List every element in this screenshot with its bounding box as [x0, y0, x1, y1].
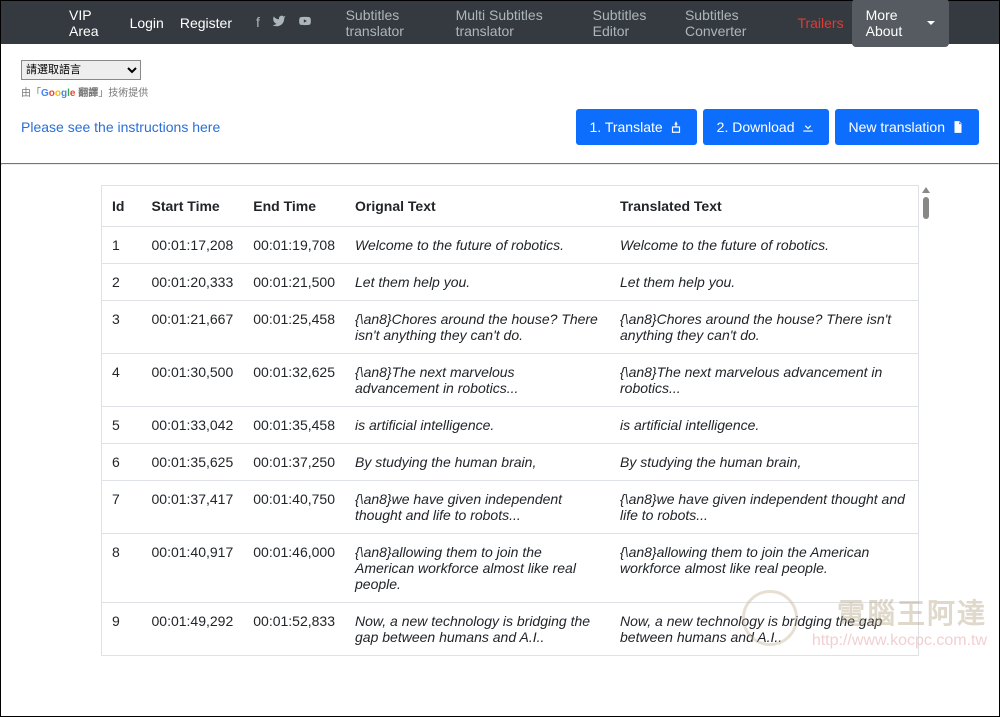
scroll-up-icon [922, 187, 930, 193]
top-navbar: VIP Area Login Register f Subtitles tran… [1, 1, 999, 44]
action-buttons: 1. Translate 2. Download New translation [576, 109, 979, 145]
subtitles-table: Id Start Time End Time Orignal Text Tran… [101, 185, 919, 656]
table-row[interactable]: 800:01:40,91700:01:46,000{\an8}allowing … [102, 534, 919, 603]
cell-end: 00:01:40,750 [243, 481, 345, 534]
scrollbar[interactable] [921, 187, 931, 219]
new-translation-button-label: New translation [849, 119, 946, 135]
cell-original: Let them help you. [345, 264, 610, 301]
cell-translated: Let them help you. [610, 264, 919, 301]
cell-original: {\an8}The next marvelous advancement in … [345, 354, 610, 407]
table-row[interactable]: 100:01:17,20800:01:19,708Welcome to the … [102, 227, 919, 264]
subtitles-table-wrap: Id Start Time End Time Orignal Text Tran… [1, 165, 999, 656]
cell-translated: Now, a new technology is bridging the ga… [610, 603, 919, 656]
file-icon [951, 120, 965, 134]
col-original-header: Orignal Text [345, 186, 610, 227]
cell-id: 7 [102, 481, 142, 534]
cell-start: 00:01:33,042 [142, 407, 244, 444]
download-button[interactable]: 2. Download [703, 109, 829, 145]
cell-id: 6 [102, 444, 142, 481]
cell-id: 9 [102, 603, 142, 656]
translate-icon [669, 120, 683, 134]
youtube-icon[interactable] [298, 14, 312, 31]
cell-original: is artificial intelligence. [345, 407, 610, 444]
action-row: Please see the instructions here 1. Tran… [1, 105, 999, 163]
cell-id: 3 [102, 301, 142, 354]
table-row[interactable]: 600:01:35,62500:01:37,250By studying the… [102, 444, 919, 481]
table-row[interactable]: 700:01:37,41700:01:40,750{\an8}we have g… [102, 481, 919, 534]
cell-original: Welcome to the future of robotics. [345, 227, 610, 264]
cell-start: 00:01:49,292 [142, 603, 244, 656]
cell-translated: {\an8}Chores around the house? There isn… [610, 301, 919, 354]
translate-button[interactable]: 1. Translate [576, 109, 697, 145]
cell-end: 00:01:21,500 [243, 264, 345, 301]
nav-vip-area[interactable]: VIP Area [61, 7, 122, 39]
cell-translated: {\an8}we have given independent thought … [610, 481, 919, 534]
nav-login[interactable]: Login [122, 15, 172, 31]
cell-original: Now, a new technology is bridging the ga… [345, 603, 610, 656]
cell-end: 00:01:52,833 [243, 603, 345, 656]
language-select[interactable]: 請選取語言 [21, 60, 141, 80]
cell-translated: {\an8}The next marvelous advancement in … [610, 354, 919, 407]
nav-subtitles-converter[interactable]: Subtitles Converter [677, 7, 789, 39]
table-row[interactable]: 500:01:33,04200:01:35,458is artificial i… [102, 407, 919, 444]
cell-translated: By studying the human brain, [610, 444, 919, 481]
col-id-header: Id [102, 186, 142, 227]
cell-end: 00:01:25,458 [243, 301, 345, 354]
cell-start: 00:01:21,667 [142, 301, 244, 354]
cell-translated: is artificial intelligence. [610, 407, 919, 444]
col-start-header: Start Time [142, 186, 244, 227]
cell-original: {\an8}Chores around the house? There isn… [345, 301, 610, 354]
table-header-row: Id Start Time End Time Orignal Text Tran… [102, 186, 919, 227]
cell-id: 1 [102, 227, 142, 264]
cell-end: 00:01:19,708 [243, 227, 345, 264]
new-translation-button[interactable]: New translation [835, 109, 980, 145]
cell-start: 00:01:17,208 [142, 227, 244, 264]
facebook-icon[interactable]: f [256, 14, 260, 31]
nav-multi-subtitles-translator[interactable]: Multi Subtitles translator [448, 7, 585, 39]
instructions-link[interactable]: Please see the instructions here [21, 119, 220, 135]
social-icons: f [240, 14, 328, 31]
cell-original: {\an8}we have given independent thought … [345, 481, 610, 534]
cell-end: 00:01:46,000 [243, 534, 345, 603]
nav-subtitles-editor[interactable]: Subtitles Editor [585, 7, 677, 39]
cell-start: 00:01:30,500 [142, 354, 244, 407]
table-row[interactable]: 300:01:21,66700:01:25,458{\an8}Chores ar… [102, 301, 919, 354]
nav-register[interactable]: Register [172, 15, 240, 31]
cell-end: 00:01:37,250 [243, 444, 345, 481]
cell-start: 00:01:40,917 [142, 534, 244, 603]
table-row[interactable]: 400:01:30,50000:01:32,625{\an8}The next … [102, 354, 919, 407]
download-button-label: 2. Download [717, 119, 795, 135]
cell-original: {\an8}allowing them to join the American… [345, 534, 610, 603]
scroll-thumb[interactable] [923, 197, 929, 219]
table-row[interactable]: 200:01:20,33300:01:21,500Let them help y… [102, 264, 919, 301]
twitter-icon[interactable] [272, 14, 286, 31]
table-row[interactable]: 900:01:49,29200:01:52,833Now, a new tech… [102, 603, 919, 656]
cell-translated: {\an8}allowing them to join the American… [610, 534, 919, 603]
cell-id: 8 [102, 534, 142, 603]
cell-translated: Welcome to the future of robotics. [610, 227, 919, 264]
cell-start: 00:01:35,625 [142, 444, 244, 481]
nav-trailers[interactable]: Trailers [789, 15, 851, 31]
google-translate-attribution: 由「Google 翻譯」技術提供 [21, 84, 979, 99]
translate-button-label: 1. Translate [590, 119, 663, 135]
cell-original: By studying the human brain, [345, 444, 610, 481]
cell-id: 5 [102, 407, 142, 444]
cell-start: 00:01:37,417 [142, 481, 244, 534]
col-end-header: End Time [243, 186, 345, 227]
cell-end: 00:01:35,458 [243, 407, 345, 444]
caret-down-icon [927, 21, 935, 25]
download-icon [801, 120, 815, 134]
cell-start: 00:01:20,333 [142, 264, 244, 301]
nav-more-about-dropdown[interactable]: More About [852, 0, 949, 47]
cell-id: 4 [102, 354, 142, 407]
nav-more-about-label: More About [866, 7, 921, 39]
cell-id: 2 [102, 264, 142, 301]
col-translated-header: Translated Text [610, 186, 919, 227]
cell-end: 00:01:32,625 [243, 354, 345, 407]
nav-subtitles-translator[interactable]: Subtitles translator [338, 7, 448, 39]
google-translate-widget: 請選取語言 由「Google 翻譯」技術提供 [1, 44, 999, 105]
